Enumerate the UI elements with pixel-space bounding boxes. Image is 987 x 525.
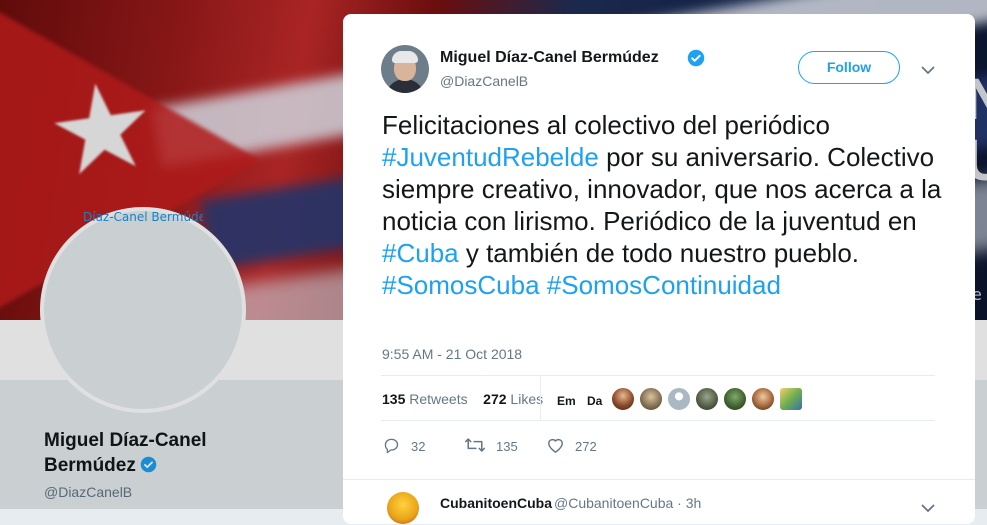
liker-initials[interactable]: Em	[557, 394, 576, 408]
liker-avatar[interactable]	[611, 387, 635, 411]
liker-initials[interactable]: Da	[587, 394, 602, 408]
divider	[381, 420, 935, 421]
tweet-text-segment: Felicitaciones al colectivo del periódic…	[382, 110, 831, 140]
tweet-text-segment: y también de todo nuestro pueblo.	[458, 238, 860, 268]
liker-avatar[interactable]	[695, 387, 719, 411]
reply-icon	[382, 436, 411, 457]
retweets-stat[interactable]: 135 Retweets	[382, 391, 468, 407]
divider	[381, 375, 935, 376]
retweet-button[interactable]: 135	[464, 436, 518, 457]
liker-avatar[interactable]	[667, 387, 691, 411]
tweet-timestamp[interactable]: 9:55 AM - 21 Oct 2018	[382, 346, 522, 362]
tweet-text-segment	[540, 270, 547, 300]
divider	[540, 376, 541, 420]
liker-avatar[interactable]	[751, 387, 775, 411]
likes-stat[interactable]: 272 Likes	[483, 391, 543, 407]
reply-tweet[interactable]: CubanitoenCuba @CubanitoenCuba · 3h	[343, 479, 975, 525]
retweet-count: 135	[496, 439, 518, 454]
follow-button[interactable]: Follow	[798, 51, 900, 84]
liker-avatar[interactable]	[779, 387, 803, 411]
tweet-text: Felicitaciones al colectivo del periódic…	[382, 109, 942, 301]
hashtag-link[interactable]: #Cuba	[382, 238, 459, 268]
tweet-stats: 135 Retweets 272 Likes	[382, 391, 543, 407]
verified-icon	[687, 49, 705, 72]
author-avatar[interactable]	[381, 45, 429, 93]
author-handle[interactable]: @DiazCanelB	[440, 73, 528, 89]
retweet-icon	[464, 436, 496, 457]
hashtag-link[interactable]: #JuventudRebelde	[382, 142, 599, 172]
liker-avatar[interactable]	[723, 387, 747, 411]
like-count: 272	[575, 439, 597, 454]
hashtag-link[interactable]: #SomosCuba	[382, 270, 540, 300]
liker-avatar[interactable]	[639, 387, 663, 411]
author-name[interactable]: Miguel Díaz-Canel Bermúdez	[440, 49, 659, 67]
reply-avatar[interactable]	[387, 492, 419, 524]
hashtag-link[interactable]: #SomosContinuidad	[547, 270, 781, 300]
heart-icon	[546, 436, 575, 457]
chevron-down-icon[interactable]	[921, 62, 935, 80]
tweet-modal: Miguel Díaz-Canel Bermúdez @DiazCanelB F…	[343, 14, 975, 524]
chevron-down-icon[interactable]	[921, 500, 935, 518]
reply-button[interactable]: 32	[382, 436, 425, 457]
reply-count: 32	[411, 439, 426, 454]
like-button[interactable]: 272	[546, 436, 597, 457]
